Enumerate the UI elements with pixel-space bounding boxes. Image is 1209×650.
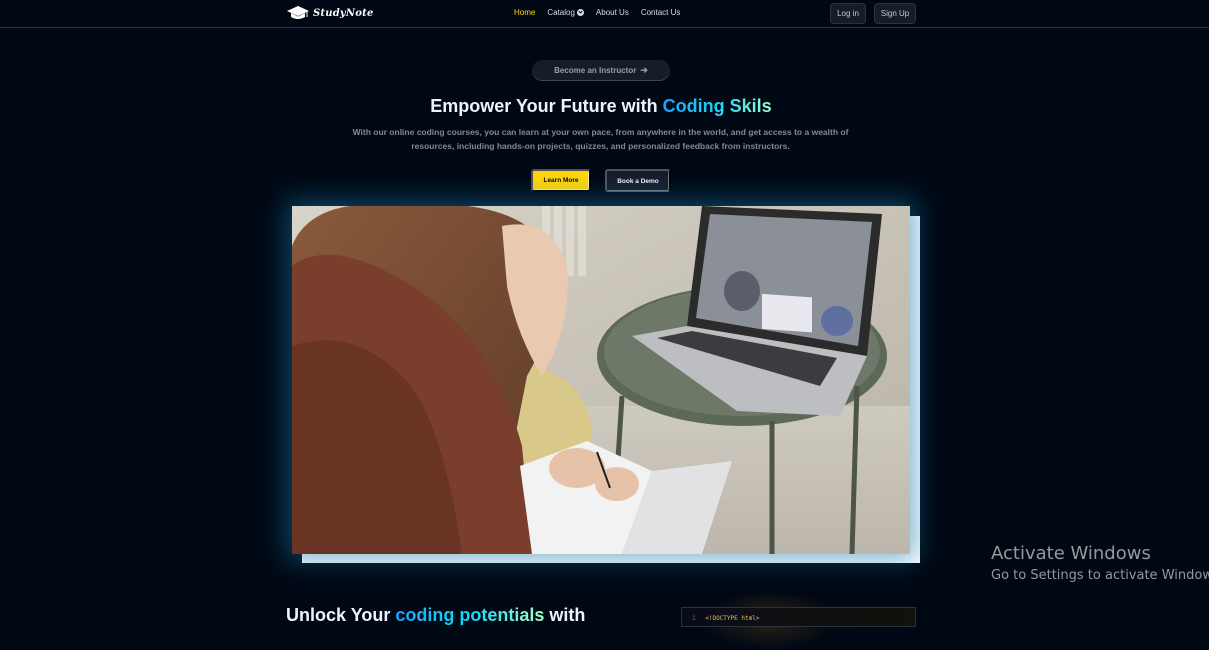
book-demo-button[interactable]: Book a Demo <box>605 169 671 192</box>
hero-title-highlight: Coding Skils <box>662 96 772 116</box>
brand-name: StudyNote <box>313 7 374 19</box>
graduation-cap-icon <box>287 6 309 19</box>
hero-title: Empower Your Future with Coding Skils <box>0 96 1202 117</box>
become-instructor-label: Become an Instructor <box>554 66 637 75</box>
hero-subtitle: With our online coding courses, you can … <box>352 127 849 151</box>
nav-about[interactable]: About Us <box>596 8 629 17</box>
hero-title-prefix: Empower Your Future with <box>430 96 658 116</box>
navbar: StudyNote Home Catalog About Us Contact … <box>0 0 1209 28</box>
nav-home[interactable]: Home <box>514 8 535 17</box>
hero-video-image <box>292 206 910 554</box>
nav-catalog-label: Catalog <box>547 8 575 17</box>
nav-contact[interactable]: Contact Us <box>641 8 681 17</box>
section2-title-suffix: with <box>549 605 586 625</box>
section2-title: Unlock Your coding potentials with <box>286 605 585 626</box>
learn-more-button[interactable]: Learn More <box>531 169 591 192</box>
brand-logo[interactable]: StudyNote <box>286 4 374 22</box>
code-block: 1 <!DOCTYPE html> <box>681 607 916 627</box>
hero-video[interactable] <box>292 206 910 554</box>
section2-title-highlight: coding potentials <box>395 605 545 625</box>
arrow-right-icon: ➔ <box>640 65 648 75</box>
activate-windows-subtitle: Go to Settings to activate Windows. <box>991 568 1209 583</box>
nav-catalog[interactable]: Catalog <box>547 8 584 17</box>
login-button[interactable]: Log in <box>830 3 866 24</box>
nav-links: Home Catalog About Us Contact Us <box>514 8 680 17</box>
become-instructor-button[interactable]: Become an Instructor ➔ <box>532 60 670 81</box>
section2-title-prefix: Unlock Your <box>286 605 391 625</box>
activate-windows-title: Activate Windows <box>991 543 1151 564</box>
chevron-down-icon <box>576 9 584 16</box>
signup-button[interactable]: Sign Up <box>874 3 916 24</box>
